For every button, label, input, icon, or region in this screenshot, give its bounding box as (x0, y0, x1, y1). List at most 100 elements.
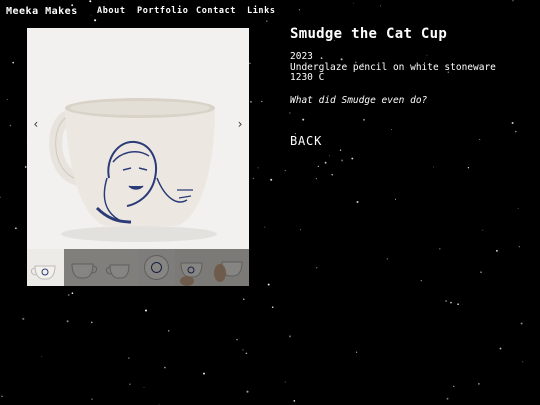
star-dot (520, 322, 523, 325)
star-dot (390, 129, 392, 131)
star-dot (356, 200, 359, 204)
star-dot (351, 157, 354, 160)
star-dot (66, 320, 69, 323)
thumbnail-4[interactable] (138, 249, 175, 286)
star-dot (298, 9, 301, 11)
star-dot (478, 383, 480, 385)
star-dot (522, 361, 524, 363)
star-dot (517, 207, 519, 209)
gallery-next-arrow[interactable]: › (233, 114, 247, 134)
star-dot (315, 178, 317, 180)
star-dot (432, 166, 434, 168)
thumbnail-6[interactable] (212, 249, 249, 286)
nav-link-portfolio[interactable]: Portfolio (137, 6, 188, 16)
star-dot (91, 321, 93, 324)
star-dot (356, 351, 358, 353)
star-dot (6, 98, 8, 100)
star-dot (339, 149, 342, 151)
star-dot (300, 229, 301, 231)
thumbnail-strip (27, 249, 249, 286)
star-dot (167, 330, 170, 332)
star-dot (331, 174, 333, 176)
star-dot (264, 226, 266, 228)
star-dot (9, 124, 12, 127)
star-dot (352, 2, 354, 4)
piece-medium: Underglaze pencil on white stoneware (290, 61, 496, 73)
star-dot (90, 14, 92, 16)
star-dot (480, 271, 482, 273)
star-dot (341, 159, 344, 162)
star-dot (266, 20, 268, 22)
piece-title: Smudge the Cat Cup (290, 26, 448, 42)
star-dot (270, 178, 273, 181)
star-dot (363, 118, 365, 121)
star-dot (293, 400, 296, 402)
star-dot (243, 298, 245, 300)
nav-link-contact[interactable]: Contact (196, 6, 236, 16)
cup-illustration (27, 28, 249, 249)
star-dot (450, 301, 452, 304)
thumbnail-2[interactable] (64, 249, 101, 286)
star-dot (482, 229, 484, 231)
star-dot (164, 366, 166, 369)
main-photo-cup: ‹ › (27, 28, 249, 249)
star-dot (302, 118, 305, 121)
star-dot (453, 385, 455, 387)
star-dot (0, 196, 1, 199)
star-dot (289, 112, 291, 114)
piece-meta: 2023 Underglaze pencil on white stonewar… (290, 51, 530, 84)
star-dot (457, 303, 459, 306)
star-dot (246, 390, 249, 393)
piece-firing: 1230 C (290, 72, 325, 83)
star-dot (284, 381, 286, 383)
star-dot (236, 338, 238, 341)
star-dot (467, 167, 470, 169)
star-dot (12, 61, 15, 64)
star-dot (203, 372, 205, 375)
star-dot (284, 170, 286, 172)
star-dot (479, 138, 481, 141)
image-gallery: ‹ › (27, 28, 249, 286)
star-dot (91, 398, 93, 400)
site-brand[interactable]: Meeka Makes (6, 6, 78, 17)
star-dot (329, 155, 330, 157)
star-dot (15, 227, 17, 230)
star-dot (249, 62, 251, 65)
star-dot (499, 347, 502, 350)
back-link[interactable]: BACK (290, 134, 322, 148)
nav-link-links[interactable]: Links (247, 6, 276, 16)
star-dot (242, 349, 244, 351)
star-dot (143, 387, 145, 388)
star-dot (252, 177, 255, 180)
star-dot (128, 357, 130, 359)
star-dot (420, 280, 422, 282)
gallery-prev-arrow[interactable]: ‹ (29, 114, 43, 134)
star-dot (41, 356, 43, 358)
star-dot (446, 397, 449, 400)
star-dot (511, 121, 514, 125)
star-dot (386, 258, 388, 260)
thumbnail-5[interactable] (175, 249, 212, 286)
star-dot (379, 5, 381, 7)
star-dot (394, 198, 397, 200)
star-dot (518, 246, 520, 248)
star-dot (94, 19, 97, 22)
star-dot (1, 395, 3, 398)
star-dot (267, 283, 270, 286)
star-dot (261, 100, 263, 103)
thumbnail-3[interactable] (101, 249, 138, 286)
thumbnail-1[interactable] (27, 249, 64, 286)
star-dot (439, 248, 441, 250)
star-dot (445, 300, 447, 302)
star-dot (89, 0, 92, 3)
star-dot (515, 130, 517, 133)
star-dot (271, 306, 274, 309)
nav-link-about[interactable]: About (97, 6, 126, 16)
star-dot (315, 266, 318, 269)
star-dot (22, 317, 25, 320)
star-dot (512, 0, 514, 2)
piece-details: Smudge the Cat Cup 2023 Underglaze penci… (290, 26, 530, 148)
star-dot (289, 335, 291, 338)
star-dot (324, 161, 327, 164)
star-dot (495, 249, 498, 252)
